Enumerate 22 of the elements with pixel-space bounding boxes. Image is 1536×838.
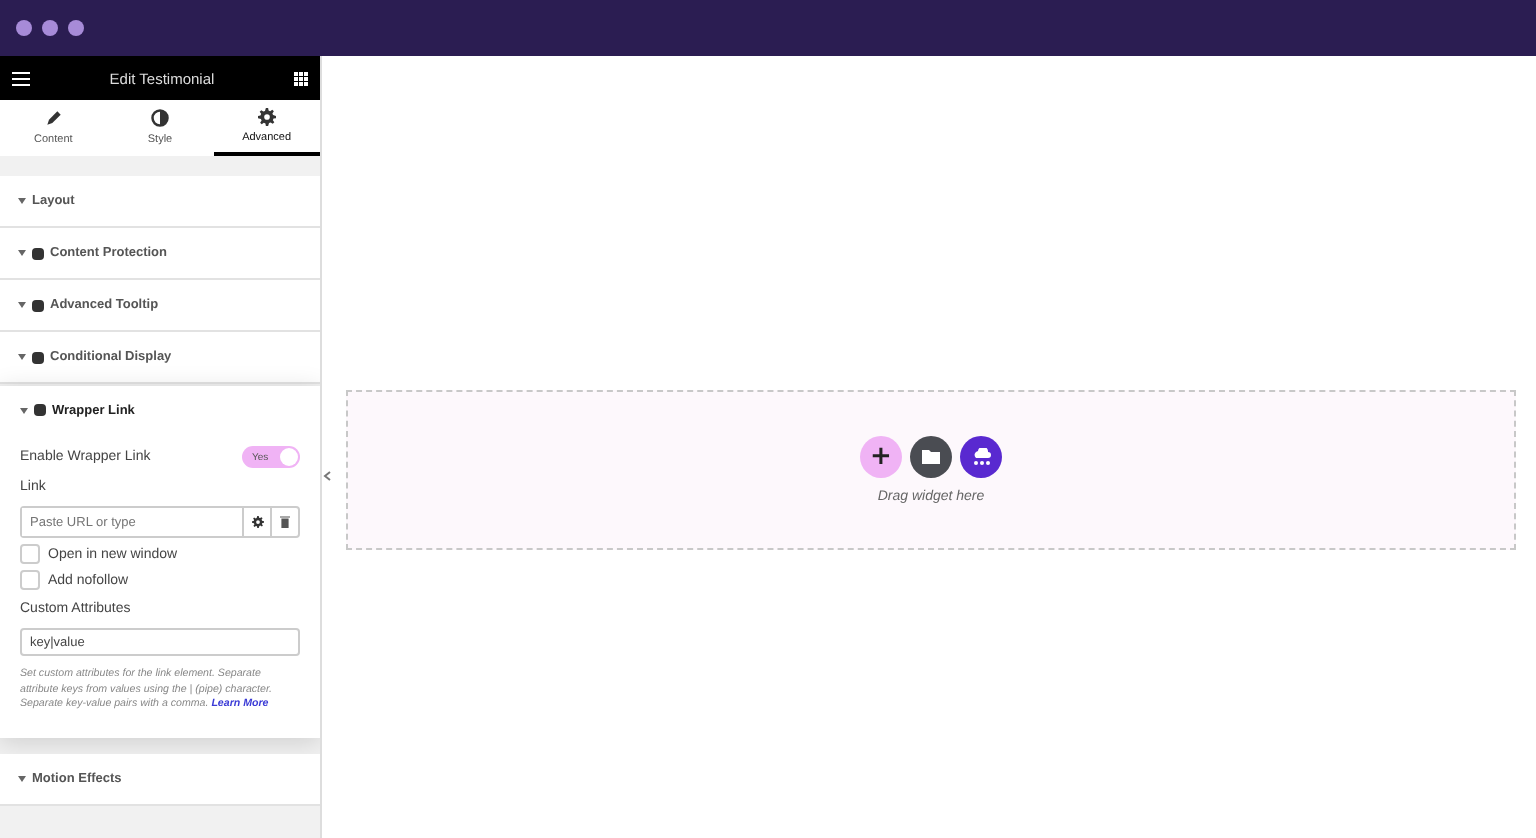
caret-icon: [18, 302, 26, 308]
folder-icon: [922, 450, 940, 464]
kit-button[interactable]: [960, 436, 1002, 478]
collapse-icon[interactable]: [322, 466, 332, 486]
grid-icon[interactable]: [293, 71, 308, 85]
settings-icon[interactable]: [242, 508, 270, 536]
settings-icon: [257, 108, 276, 126]
pencil-icon: [43, 107, 64, 127]
caret-icon: [18, 354, 26, 360]
caret-icon: [18, 250, 26, 256]
caret-icon: [18, 776, 26, 783]
checkbox[interactable]: [20, 570, 40, 590]
checkbox[interactable]: [20, 544, 40, 564]
cloud-icon: [971, 448, 991, 466]
window-dot-icon: [68, 20, 84, 36]
contrast-icon: [149, 107, 170, 127]
window-dot-icon: [42, 20, 58, 36]
menu-icon[interactable]: [12, 71, 30, 85]
window-dot-icon: [16, 20, 32, 36]
caret-icon: [18, 198, 26, 204]
add-button[interactable]: +: [860, 436, 902, 478]
folder-button[interactable]: [910, 436, 952, 478]
